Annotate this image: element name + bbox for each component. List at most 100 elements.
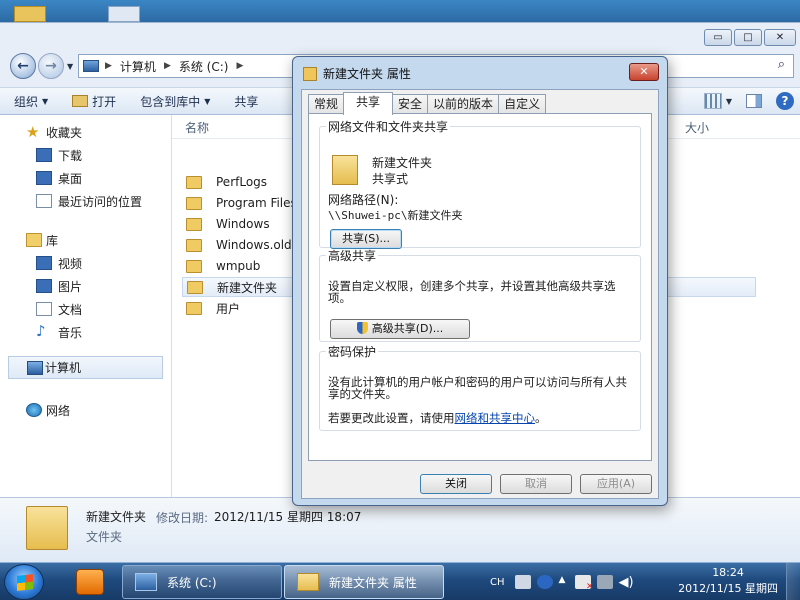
sidebar-item-recent[interactable]: 最近访问的位置 [0,190,171,213]
action-center-icon[interactable] [574,575,594,592]
view-controls: ▼ ? [703,92,794,110]
tab-security[interactable]: 安全 [392,94,429,114]
chevron-right-icon[interactable]: ▶ [236,61,243,71]
tab-previous-versions[interactable]: 以前的版本 [427,94,500,114]
include-library-label: 包含到库中 [140,94,201,109]
search-icon[interactable]: ⌕ [778,57,785,72]
sharing-tab-panel: 网络文件和文件夹共享 新建文件夹 共享式 网络路径(N): \\Shuwei-p… [308,113,652,461]
apply-button[interactable]: 应用(A) [580,474,652,494]
sidebar-item-desktop[interactable]: 桌面 [0,167,171,190]
open-button[interactable]: 打开 [72,93,116,110]
input-language[interactable]: CH [490,577,505,588]
include-in-library-menu[interactable]: 包含到库中 ▼ [140,93,210,110]
view-options-icon[interactable] [703,93,722,109]
dialog-title: 新建文件夹 属性 [323,67,411,81]
navigation-pane: ★ 收藏夹 下载 桌面 最近访问的位置 库 视频 图片 文档 ♪ 音乐 计算机 … [0,115,172,497]
volume-icon[interactable]: ◀) [619,575,635,590]
share-menu[interactable]: 共享 [234,93,258,110]
task-label: 系统 (C:) [167,575,217,590]
network-status-icon[interactable] [596,575,613,589]
desktop-background [0,0,800,22]
open-folder-icon [72,95,89,107]
advanced-sharing-button[interactable]: 高级共享(D)... [330,319,470,339]
close-button[interactable]: ✕ [764,29,796,46]
details-pane: 新建文件夹 修改日期: 2012/11/15 星期四 18:07 文件夹 [0,497,800,563]
maximize-button[interactable]: □ [734,29,762,46]
sidebar-label: 收藏夹 [46,126,83,140]
tab-customize[interactable]: 自定义 [498,94,547,114]
sidebar-network[interactable]: 网络 [0,399,171,422]
breadcrumb-computer[interactable]: 计算机 [120,58,156,75]
keyboard-icon[interactable] [514,575,531,589]
sidebar-item-music[interactable]: ♪ 音乐 [0,321,171,344]
sidebar-item-videos[interactable]: 视频 [0,252,171,275]
media-player-icon[interactable] [76,569,104,595]
sidebar-item-pictures[interactable]: 图片 [0,275,171,298]
button-label: 高级共享(D)... [371,322,444,335]
sidebar-label: 网络 [46,404,71,418]
downloads-icon [36,148,52,162]
network-path-value[interactable]: \\Shuwei-pc\新建文件夹 [328,207,462,223]
sidebar-computer[interactable]: 计算机 [8,356,163,379]
column-header-size[interactable]: 大小 [685,119,709,136]
pictures-icon [36,279,52,293]
recent-pages-dropdown-icon[interactable]: ▼ [67,62,73,71]
sidebar-label: 计算机 [45,361,82,375]
minimize-button[interactable]: ▭ [704,29,732,46]
close-dialog-button[interactable]: 关闭 [420,474,492,494]
dialog-close-button[interactable]: ✕ [629,63,659,81]
sidebar-favorites[interactable]: ★ 收藏夹 [0,121,171,144]
sidebar-label: 库 [46,234,59,248]
sidebar-libraries[interactable]: 库 [0,229,171,252]
help-icon[interactable] [536,575,553,589]
dropdown-arrow-icon: ▼ [42,96,49,106]
task-label: 新建文件夹 属性 [329,575,417,590]
taskbar-button-properties[interactable]: 新建文件夹 属性 [284,565,444,599]
chevron-right-icon[interactable]: ▶ [164,61,171,71]
view-dropdown-icon[interactable]: ▼ [726,97,732,106]
computer-icon [27,361,43,375]
clock[interactable]: 18:24 2012/11/15 星期四 [678,565,778,597]
start-button[interactable] [4,564,44,600]
tab-sharing[interactable]: 共享 [343,92,394,115]
show-desktop-button[interactable] [786,563,800,600]
folder-large-icon [26,506,68,550]
clock-time: 18:24 [712,566,744,579]
organize-label: 组织 [14,94,39,109]
preview-pane-icon[interactable] [746,94,762,108]
help-icon[interactable]: ? [776,92,794,110]
video-icon [36,256,52,270]
file-name: Windows.old [216,238,292,252]
folder-icon [186,217,202,231]
group-title: 密码保护 [328,345,377,359]
show-hidden-icons-icon[interactable]: ▲ [559,575,569,589]
sidebar-label: 文档 [58,303,83,317]
desktop-folder-icon[interactable] [14,6,46,22]
properties-dialog: 新建文件夹 属性 ✕ 常规 共享 安全 以前的版本 自定义 网络文件和文件夹共享… [292,56,668,506]
cancel-button[interactable]: 取消 [500,474,572,494]
breadcrumb-system-drive[interactable]: 系统 (C:) [179,58,229,75]
computer-icon [83,60,99,72]
sidebar-item-downloads[interactable]: 下载 [0,144,171,167]
sidebar-label: 下载 [58,149,83,163]
password-protection-group: 密码保护 没有此计算机的用户帐户和密码的用户可以访问与所有人共享的文件夹。 若要… [319,343,641,431]
tab-general[interactable]: 常规 [308,94,345,114]
sidebar-label: 图片 [58,280,83,294]
dropdown-arrow-icon: ▼ [204,96,211,106]
desktop-shortcut-icon[interactable] [108,6,140,22]
star-icon: ★ [26,123,40,141]
organize-menu[interactable]: 组织 ▼ [14,93,48,110]
folder-icon [186,175,202,189]
sidebar-item-documents[interactable]: 文档 [0,298,171,321]
column-header-name[interactable]: 名称 [185,119,209,136]
details-type: 文件夹 [86,530,123,544]
forward-button[interactable]: → [38,53,64,79]
folder-icon [186,301,202,315]
back-button[interactable]: ← [10,53,36,79]
group-title: 高级共享 [328,249,377,263]
network-sharing-center-link[interactable]: 网络和共享中心 [455,411,536,425]
change-suffix: 。 [535,411,547,425]
taskbar-button-explorer[interactable]: 系统 (C:) [122,565,282,599]
chevron-right-icon[interactable]: ▶ [105,61,112,71]
share-button[interactable]: 共享(S)... [330,229,402,249]
